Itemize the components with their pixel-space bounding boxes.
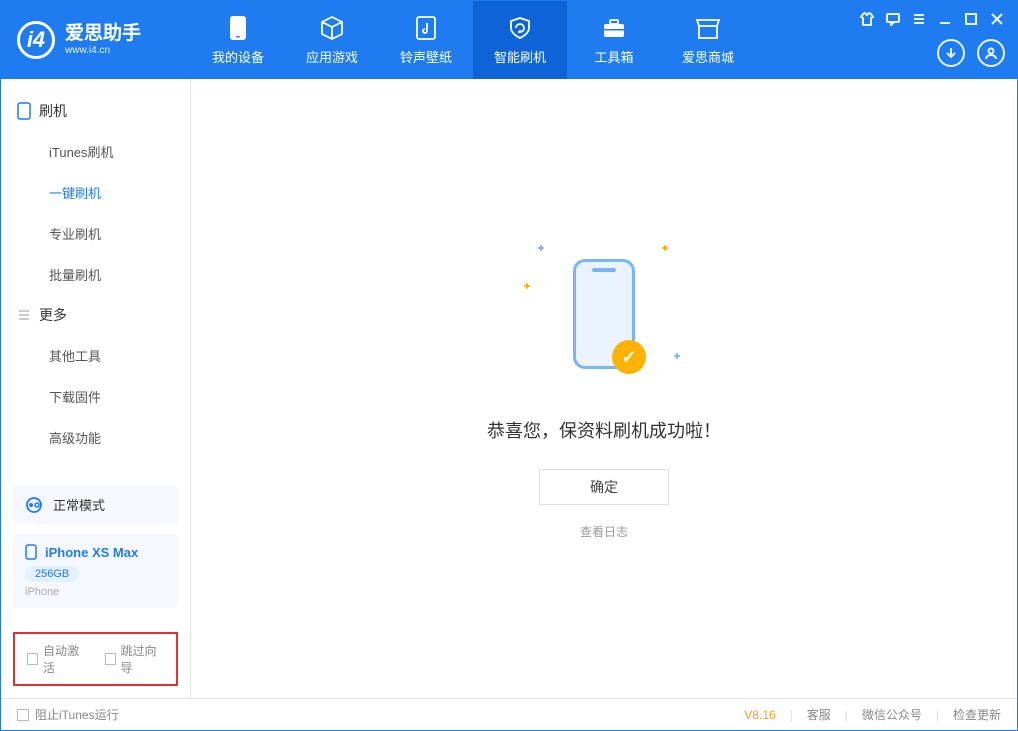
sidebar: 刷机 iTunes刷机 一键刷机 专业刷机 批量刷机 更多 其他工具 下载固件 …	[1, 79, 191, 698]
store-icon	[695, 15, 721, 41]
footer: 阻止iTunes运行 V8.16 | 客服 | 微信公众号 | 检查更新	[1, 698, 1017, 730]
phone-illustration-icon: ✓	[573, 259, 635, 369]
success-illustration: ✓	[514, 239, 694, 389]
nav-tabs: 我的设备 应用游戏 铃声壁纸 智能刷机 工具箱 爱思商城	[191, 1, 755, 79]
checkbox-block-itunes[interactable]: 阻止iTunes运行	[17, 706, 119, 723]
sparkle-icon	[662, 245, 668, 251]
sparkle-icon	[524, 283, 530, 289]
tshirt-icon[interactable]	[859, 11, 875, 27]
maximize-icon[interactable]	[963, 11, 979, 27]
separator: |	[845, 708, 848, 722]
checkbox-icon	[17, 709, 29, 721]
sidebar-item-advanced[interactable]: 高级功能	[1, 417, 190, 458]
nav-tab-label: 智能刷机	[494, 47, 546, 66]
mode-icon	[25, 496, 43, 514]
body: 刷机 iTunes刷机 一键刷机 专业刷机 批量刷机 更多 其他工具 下载固件 …	[1, 79, 1017, 698]
list-icon	[17, 308, 31, 322]
device-icon	[225, 15, 251, 41]
checkbox-icon	[27, 653, 38, 665]
device-info-card[interactable]: iPhone XS Max 256GB iPhone	[13, 534, 178, 608]
sidebar-scroll: 刷机 iTunes刷机 一键刷机 专业刷机 批量刷机 更多 其他工具 下载固件 …	[1, 79, 190, 485]
nav-tab-store[interactable]: 爱思商城	[661, 1, 755, 79]
sidebar-item-pro-flash[interactable]: 专业刷机	[1, 213, 190, 254]
separator: |	[790, 708, 793, 722]
music-file-icon	[413, 15, 439, 41]
minimize-icon[interactable]	[937, 11, 953, 27]
sparkle-icon	[538, 245, 544, 251]
device-type: iPhone	[25, 586, 166, 598]
device-mode-card[interactable]: 正常模式	[13, 485, 178, 524]
footer-link-wechat[interactable]: 微信公众号	[862, 706, 922, 723]
device-name: iPhone XS Max	[45, 545, 138, 560]
close-icon[interactable]	[989, 11, 1005, 27]
version-label: V8.16	[744, 708, 775, 722]
nav-tab-device[interactable]: 我的设备	[191, 1, 285, 79]
sidebar-item-other-tools[interactable]: 其他工具	[1, 335, 190, 376]
header-actions	[937, 39, 1005, 67]
account-button[interactable]	[977, 39, 1005, 67]
sidebar-section-more: 更多	[1, 295, 190, 335]
checkmark-badge-icon: ✓	[612, 340, 646, 374]
sparkle-icon	[674, 353, 680, 359]
view-log-link[interactable]: 查看日志	[580, 523, 628, 540]
refresh-shield-icon	[507, 15, 533, 41]
device-mode-label: 正常模式	[53, 495, 105, 514]
footer-right: V8.16 | 客服 | 微信公众号 | 检查更新	[744, 706, 1001, 723]
flash-options-row: 自动激活 跳过向导	[13, 632, 178, 686]
footer-link-support[interactable]: 客服	[807, 706, 831, 723]
footer-link-update[interactable]: 检查更新	[953, 706, 1001, 723]
ok-button[interactable]: 确定	[539, 469, 669, 505]
nav-tab-flash[interactable]: 智能刷机	[473, 1, 567, 79]
window-controls	[859, 11, 1005, 27]
logo-icon: i4	[17, 21, 55, 59]
feedback-icon[interactable]	[885, 11, 901, 27]
nav-tab-apps[interactable]: 应用游戏	[285, 1, 379, 79]
separator: |	[936, 708, 939, 722]
logo-area: i4 爱思助手 www.i4.cn	[1, 21, 191, 59]
device-panel: 正常模式 iPhone XS Max 256GB iPhone	[1, 485, 190, 620]
app-title: 爱思助手	[65, 24, 141, 45]
device-capacity-badge: 256GB	[25, 566, 79, 582]
nav-tab-ringtones[interactable]: 铃声壁纸	[379, 1, 473, 79]
section-title: 刷机	[39, 101, 67, 121]
sidebar-item-download-firmware[interactable]: 下载固件	[1, 376, 190, 417]
menu-icon[interactable]	[911, 11, 927, 27]
app-subtitle: www.i4.cn	[65, 45, 141, 56]
nav-tab-label: 应用游戏	[306, 47, 358, 66]
sidebar-item-batch-flash[interactable]: 批量刷机	[1, 254, 190, 295]
nav-tab-toolbox[interactable]: 工具箱	[567, 1, 661, 79]
checkbox-auto-activate[interactable]: 自动激活	[27, 642, 87, 676]
sidebar-section-flash: 刷机	[1, 91, 190, 131]
app-window: i4 爱思助手 www.i4.cn 我的设备 应用游戏 铃声壁纸 智能刷机	[0, 0, 1018, 731]
nav-tab-label: 工具箱	[594, 47, 633, 66]
success-message: 恭喜您，保资料刷机成功啦！	[487, 417, 721, 443]
nav-tab-label: 爱思商城	[682, 47, 734, 66]
toolbox-icon	[601, 15, 627, 41]
phone-small-icon	[25, 544, 37, 560]
checkbox-label: 自动激活	[43, 642, 86, 676]
checkbox-label: 阻止iTunes运行	[35, 706, 119, 723]
nav-tab-label: 铃声壁纸	[400, 47, 452, 66]
nav-tab-label: 我的设备	[212, 47, 264, 66]
phone-icon	[17, 102, 31, 120]
main-content: ✓ 恭喜您，保资料刷机成功啦！ 确定 查看日志	[191, 79, 1017, 698]
checkbox-label: 跳过向导	[121, 642, 164, 676]
sidebar-item-itunes-flash[interactable]: iTunes刷机	[1, 131, 190, 172]
sidebar-item-oneclick-flash[interactable]: 一键刷机	[1, 172, 190, 213]
checkbox-skip-guide[interactable]: 跳过向导	[105, 642, 165, 676]
device-name-row: iPhone XS Max	[25, 544, 166, 560]
logo-text: 爱思助手 www.i4.cn	[65, 24, 141, 56]
download-button[interactable]	[937, 39, 965, 67]
header: i4 爱思助手 www.i4.cn 我的设备 应用游戏 铃声壁纸 智能刷机	[1, 1, 1017, 79]
checkbox-icon	[105, 653, 116, 665]
cube-icon	[319, 15, 345, 41]
section-title: 更多	[39, 305, 67, 325]
